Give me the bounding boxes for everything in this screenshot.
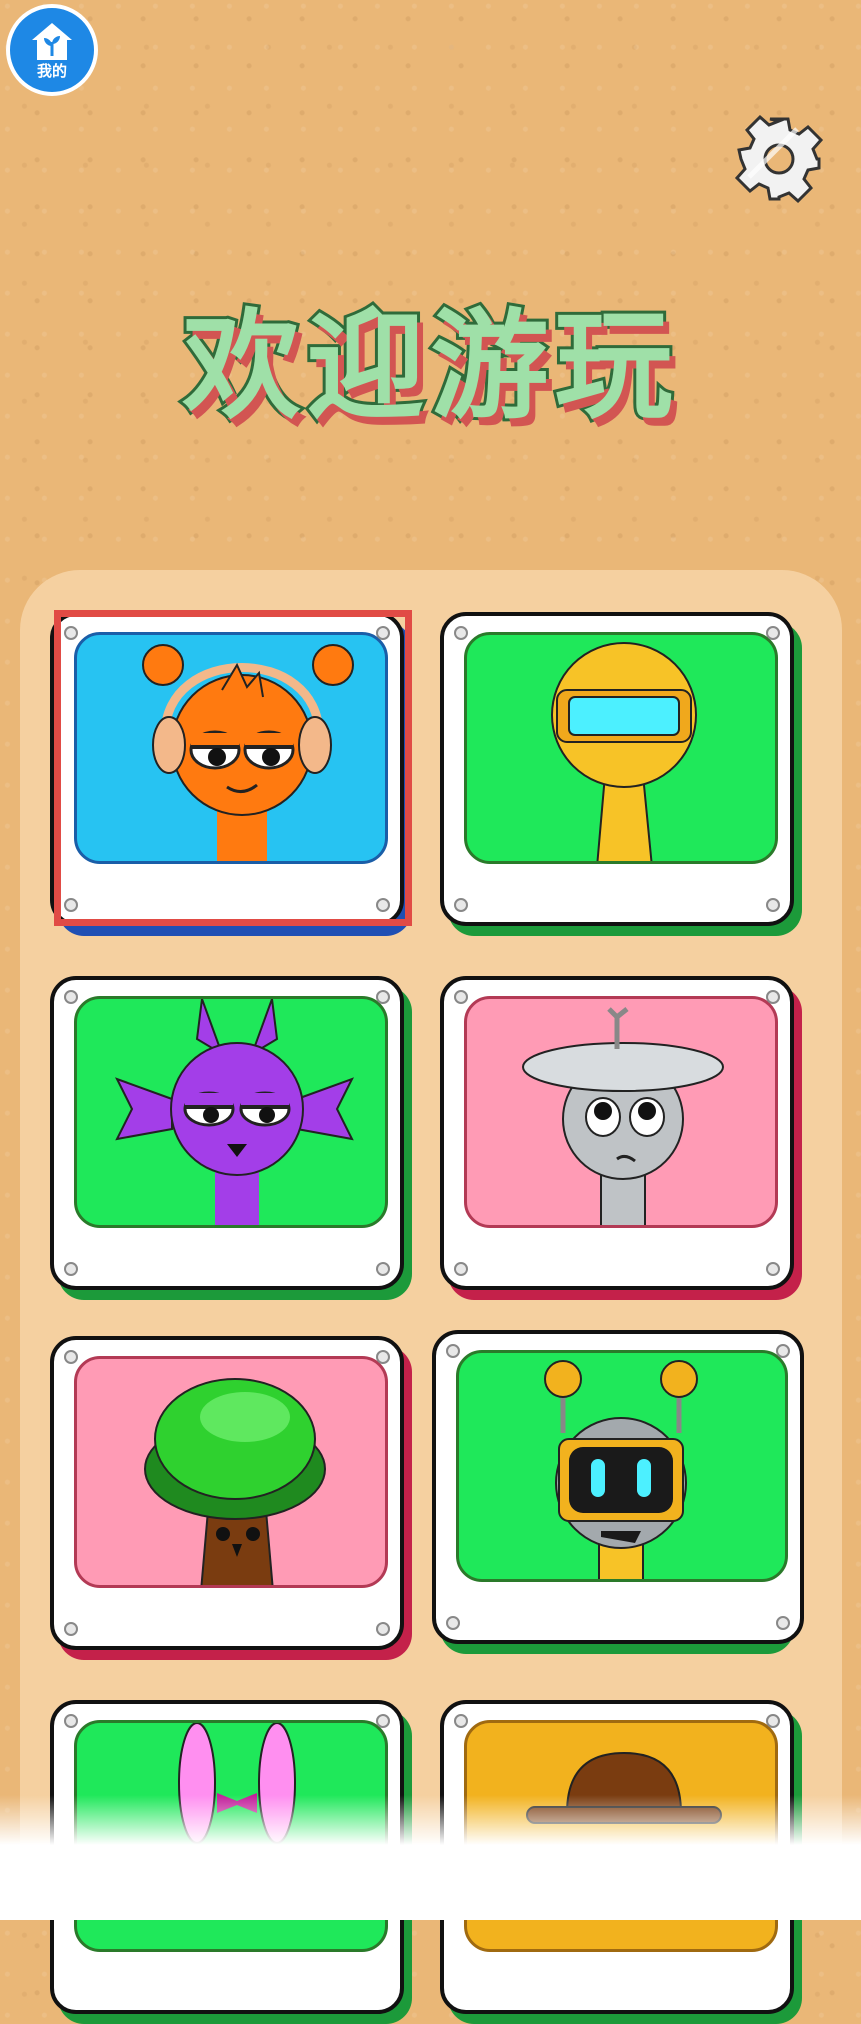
screw (766, 898, 780, 912)
purple-horned-character-icon (114, 999, 355, 1225)
screw (64, 1262, 78, 1276)
screw (64, 898, 78, 912)
screw (376, 1622, 390, 1636)
character-card-6[interactable] (432, 1330, 804, 1654)
card-art (464, 996, 778, 1228)
card-face (50, 612, 404, 926)
house-sprout-icon (32, 22, 72, 60)
screw (454, 990, 468, 1004)
gray-dish-character-icon (522, 1007, 724, 1225)
screw (64, 1714, 78, 1728)
screw (446, 1344, 460, 1358)
card-art (74, 632, 388, 864)
settings-button[interactable] (734, 114, 824, 204)
screw (766, 1262, 780, 1276)
card-art (74, 1356, 388, 1588)
screw (376, 1262, 390, 1276)
card-art (464, 632, 778, 864)
orange-headphones-character-icon (142, 644, 354, 861)
screw (64, 626, 78, 640)
card-face (50, 1336, 404, 1650)
bottom-fade (0, 1795, 861, 1920)
screw (454, 898, 468, 912)
screw (454, 1262, 468, 1276)
screw (766, 626, 780, 640)
card-face (432, 1330, 804, 1644)
card-art (74, 996, 388, 1228)
screw (376, 1714, 390, 1728)
screw (454, 1714, 468, 1728)
character-card-1[interactable] (50, 612, 412, 936)
gear-icon (734, 114, 824, 204)
screw (776, 1344, 790, 1358)
screw (64, 1622, 78, 1636)
home-badge-label: 我的 (36, 62, 67, 80)
card-face (440, 612, 794, 926)
screw (776, 1616, 790, 1630)
screw (446, 1616, 460, 1630)
card-face (440, 976, 794, 1290)
character-card-3[interactable] (50, 976, 412, 1300)
tree-character-icon (144, 1378, 326, 1585)
screw (376, 626, 390, 640)
screw (64, 1350, 78, 1364)
character-card-2[interactable] (440, 612, 802, 936)
card-face (50, 976, 404, 1290)
screw (454, 626, 468, 640)
yellow-visor-character-icon (551, 642, 697, 861)
screw (766, 1714, 780, 1728)
card-art (456, 1350, 788, 1582)
page-title: 欢迎游玩 (179, 293, 679, 438)
screw (766, 990, 780, 1004)
screw (376, 898, 390, 912)
screw (376, 1350, 390, 1364)
screw (64, 990, 78, 1004)
screw (376, 990, 390, 1004)
character-card-4[interactable] (440, 976, 802, 1300)
character-card-5[interactable] (50, 1336, 412, 1660)
robot-character-icon (544, 1360, 698, 1579)
home-badge-button[interactable]: 我的 (6, 4, 98, 96)
